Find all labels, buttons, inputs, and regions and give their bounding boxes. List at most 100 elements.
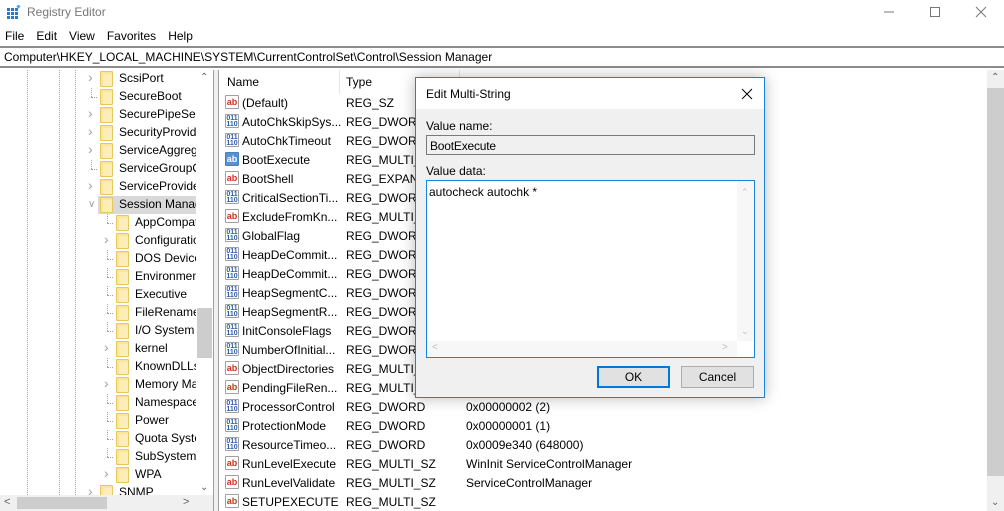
- chevron-right-icon[interactable]: ›: [88, 106, 98, 120]
- tree-item-label: ScsiPort: [119, 71, 164, 85]
- list-item[interactable]: 011 110 ProtectionMode REG_DWORD 0x00000001 …: [219, 417, 987, 436]
- tree-hscroll-thumb[interactable]: [17, 497, 107, 509]
- window-title: Registry Editor: [27, 5, 106, 19]
- textarea-horizontal-scrollbar[interactable]: < >: [427, 341, 737, 357]
- column-header-name[interactable]: Name: [227, 75, 259, 89]
- list-item[interactable]: ab RunLevelValidate REG_MULTI_SZ ServiceCon…: [219, 474, 987, 493]
- tree-horizontal-scrollbar[interactable]: < >: [0, 495, 213, 511]
- tree-item[interactable]: ServiceGroupOrder: [0, 160, 213, 178]
- chevron-right-icon[interactable]: ›: [104, 232, 114, 246]
- value-type: REG_MULTI_SZ: [346, 495, 436, 509]
- minimize-button[interactable]: [866, 0, 912, 24]
- tree-item[interactable]: ›ServiceAggregatedEvents: [0, 142, 213, 160]
- scroll-down-icon[interactable]: ⌄: [991, 497, 999, 508]
- dialog-close-button[interactable]: [736, 84, 758, 104]
- chevron-right-icon[interactable]: ›: [88, 124, 98, 138]
- address-bar[interactable]: Computer\HKEY_LOCAL_MACHINE\SYSTEM\Curre…: [0, 46, 1004, 68]
- tree-item[interactable]: ›Configuration Manager: [0, 232, 213, 250]
- list-vertical-scrollbar[interactable]: ⌃ ⌄: [987, 70, 1004, 511]
- menu-file[interactable]: File: [0, 26, 30, 46]
- scroll-right-icon[interactable]: >: [722, 342, 728, 353]
- list-item[interactable]: 011 110 ResourceTimeo... REG_DWORD 0x0009e34…: [219, 436, 987, 455]
- ok-button[interactable]: OK: [597, 366, 670, 388]
- tree-item[interactable]: KnownDLLs: [0, 358, 200, 376]
- chevron-right-icon[interactable]: ›: [88, 142, 98, 156]
- binary-value-icon: 011 110: [225, 399, 239, 413]
- folder-icon: [116, 269, 129, 285]
- tree-item[interactable]: SubSystems: [0, 448, 202, 466]
- tree-item[interactable]: Environment: [0, 268, 202, 286]
- chevron-right-icon[interactable]: ›: [88, 178, 98, 192]
- tree-item[interactable]: Quota System: [0, 430, 211, 448]
- value-name: PendingFileRen...: [242, 381, 338, 395]
- value-type: REG_DWORD: [346, 115, 426, 129]
- folder-icon: [100, 143, 113, 159]
- list-item[interactable]: 011 110 ProcessorControl REG_DWORD 0x0000000…: [219, 398, 987, 417]
- address-path[interactable]: Computer\HKEY_LOCAL_MACHINE\SYSTEM\Curre…: [4, 50, 492, 64]
- tree-item-label: Environment: [135, 269, 203, 283]
- list-item[interactable]: ab SETUPEXECUTE REG_MULTI_SZ: [219, 493, 987, 511]
- menu-bar: File Edit View Favorites Help: [0, 26, 199, 46]
- binary-value-icon: 011 110: [225, 190, 239, 204]
- value-type: REG_DWORD: [346, 324, 426, 338]
- maximize-button[interactable]: [912, 0, 958, 24]
- menu-favorites[interactable]: Favorites: [101, 26, 162, 46]
- value-data-textarea[interactable]: autocheck autochk * ⌃ ⌄ < >: [426, 180, 755, 358]
- tree-item[interactable]: SecureBoot: [0, 88, 196, 106]
- textarea-vertical-scrollbar[interactable]: ⌃ ⌄: [737, 181, 754, 341]
- scroll-down-icon[interactable]: ⌄: [200, 482, 208, 493]
- menu-view[interactable]: View: [63, 26, 101, 46]
- tree-item[interactable]: › ScsiPort: [0, 70, 196, 88]
- menu-help[interactable]: Help: [162, 26, 199, 46]
- tree-item[interactable]: › WPA: [0, 466, 196, 484]
- list-scroll-thumb[interactable]: [987, 88, 1004, 476]
- string-value-icon: ab: [225, 171, 239, 185]
- scroll-right-icon[interactable]: >: [183, 496, 189, 508]
- scroll-up-icon[interactable]: ⌃: [991, 72, 999, 83]
- list-item[interactable]: ab RunLevelExecute REG_MULTI_SZ WinInit Ser…: [219, 455, 987, 474]
- tree-item[interactable]: Executive: [0, 286, 196, 304]
- tree-item[interactable]: › SecurePipeServers: [0, 106, 213, 124]
- tree-item[interactable]: I/O System: [0, 322, 196, 340]
- tree-item[interactable]: Power: [0, 412, 196, 430]
- value-name: ProcessorControl: [242, 400, 335, 414]
- tree-item[interactable]: ›Memory Management: [0, 376, 213, 394]
- tree-item[interactable]: AppCompatCache: [0, 214, 213, 232]
- menu-edit[interactable]: Edit: [30, 26, 63, 46]
- folder-icon: [100, 89, 113, 105]
- tree-item[interactable]: NamespaceSeparation: [0, 394, 213, 412]
- folder-icon: [100, 179, 113, 195]
- folder-icon: [116, 341, 129, 357]
- column-divider[interactable]: [339, 70, 340, 94]
- tree-item[interactable]: › ServiceProvider: [0, 178, 204, 196]
- column-header-type[interactable]: Type: [346, 75, 372, 89]
- value-name: SETUPEXECUTE: [242, 495, 339, 509]
- close-window-button[interactable]: [958, 0, 1004, 24]
- tree-branch-line: [107, 304, 108, 313]
- chevron-right-icon[interactable]: ›: [104, 340, 114, 354]
- chevron-right-icon[interactable]: ›: [104, 466, 114, 480]
- chevron-right-icon[interactable]: ›: [104, 376, 114, 390]
- cancel-button[interactable]: Cancel: [681, 366, 754, 388]
- tree-scroll-thumb[interactable]: [197, 308, 212, 358]
- folder-icon: [116, 467, 129, 483]
- value-data-text[interactable]: autocheck autochk *: [429, 185, 537, 199]
- scroll-left-icon[interactable]: <: [432, 342, 438, 353]
- value-name: HeapSegmentR...: [242, 305, 338, 319]
- tree-branch-line: [107, 331, 113, 332]
- tree-item[interactable]: › kernel: [0, 340, 196, 358]
- tree-item[interactable]: › SecurityProviders: [0, 124, 213, 142]
- scroll-down-icon[interactable]: ⌄: [741, 326, 749, 337]
- tree-item[interactable]: DOS Devices: [0, 250, 207, 268]
- value-name: HeapSegmentC...: [242, 286, 338, 300]
- tree-vertical-scrollbar[interactable]: ⌃ ⌄: [196, 70, 213, 495]
- tree-item[interactable]: ∨ Session Manager: [0, 196, 212, 214]
- binary-value-icon: 011 110: [225, 323, 239, 337]
- chevron-down-icon[interactable]: ∨: [88, 199, 98, 211]
- tree-item[interactable]: FileRenameOperations: [0, 304, 213, 322]
- folder-icon: [100, 197, 113, 213]
- chevron-right-icon[interactable]: ›: [88, 70, 98, 84]
- scroll-left-icon[interactable]: <: [4, 496, 10, 508]
- scroll-up-icon[interactable]: ⌃: [741, 187, 749, 198]
- scroll-up-icon[interactable]: ⌃: [200, 72, 208, 83]
